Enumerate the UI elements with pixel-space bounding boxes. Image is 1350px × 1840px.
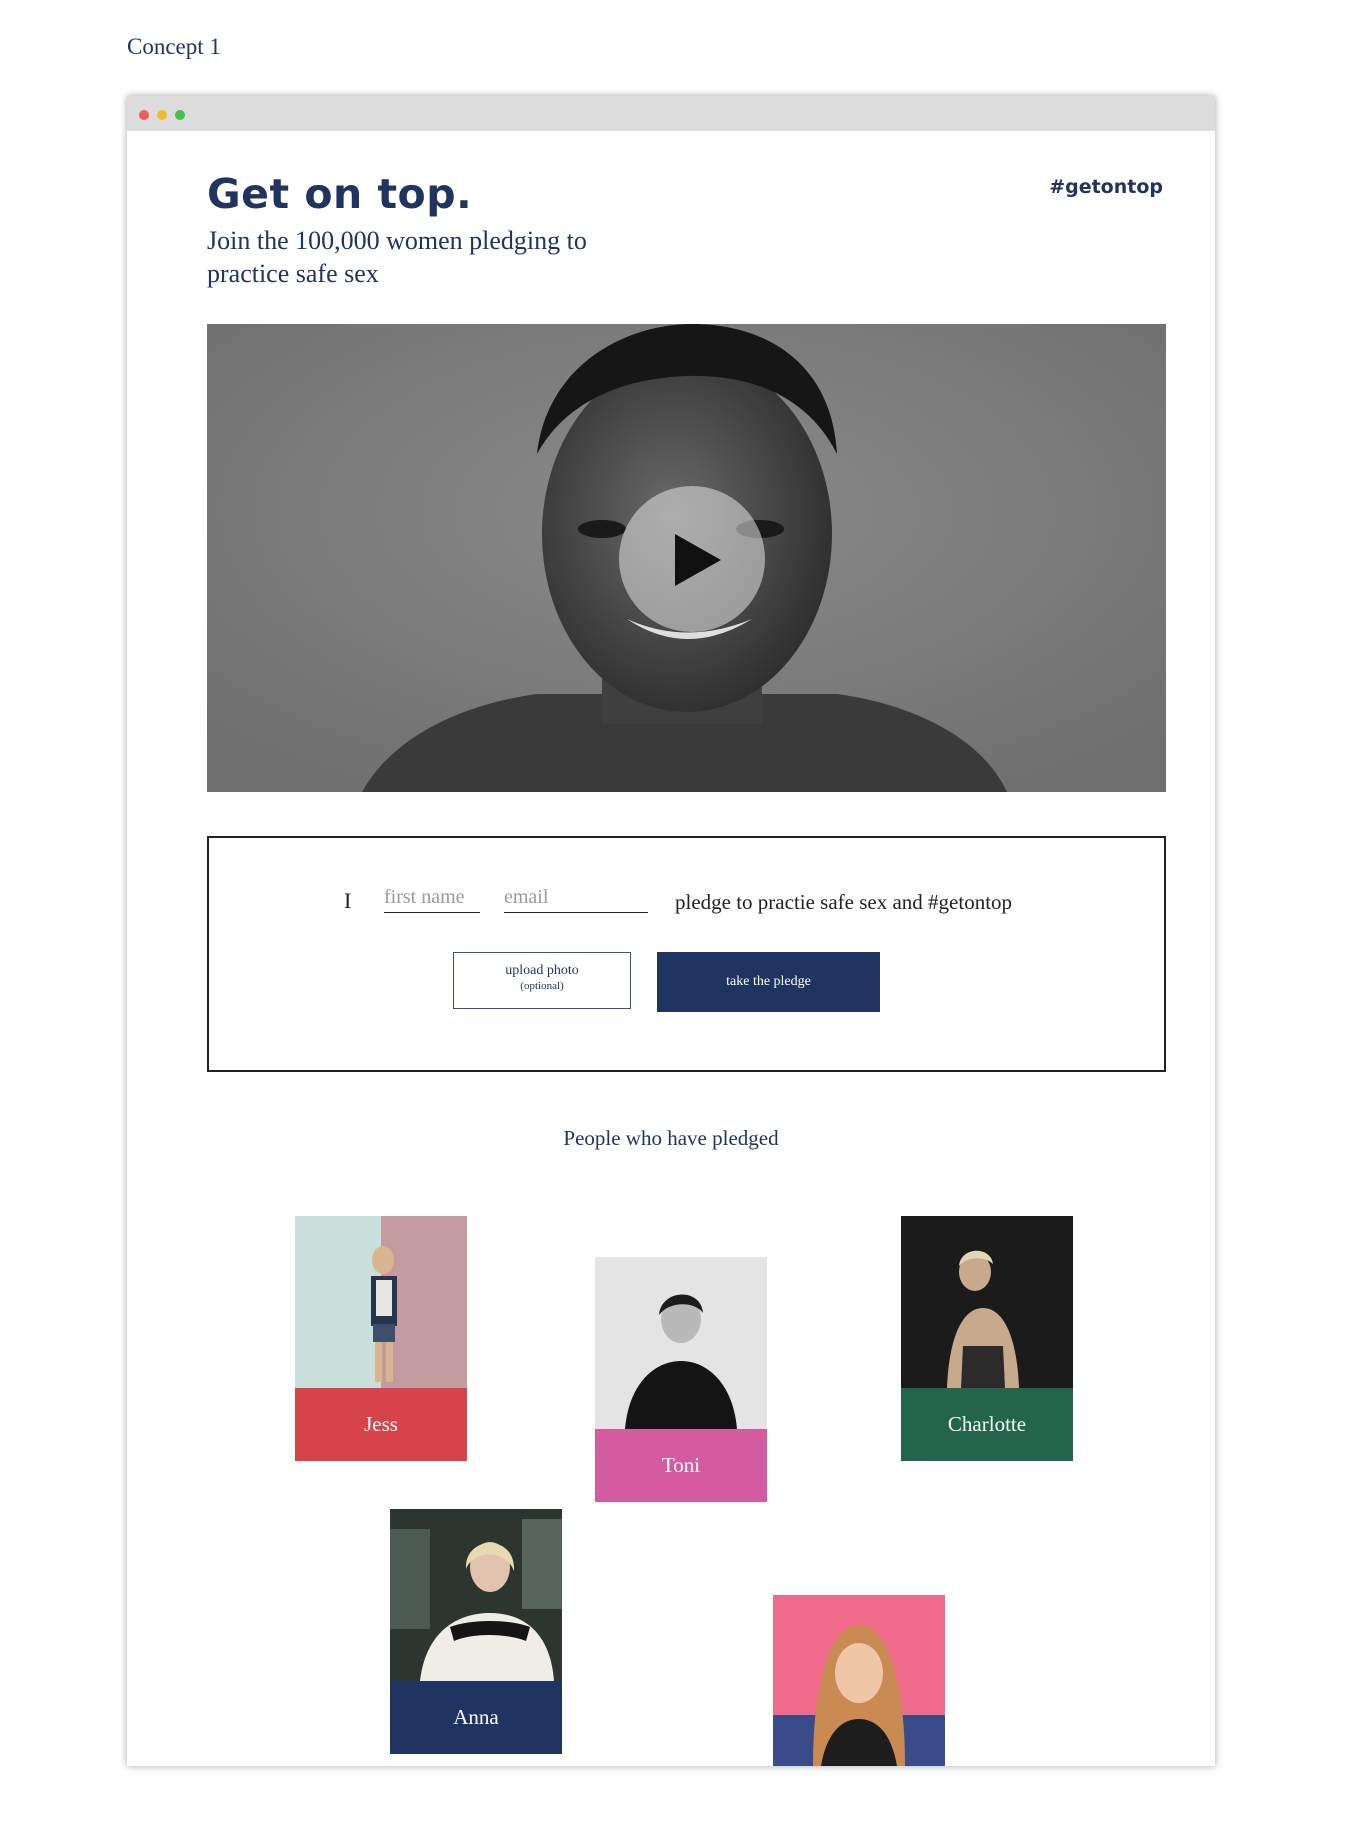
pledger-photo: [390, 1509, 562, 1681]
pledger-name: Charlotte: [901, 1388, 1073, 1461]
pledger-name: Anna: [390, 1681, 562, 1754]
close-window-dot[interactable]: [139, 110, 149, 120]
first-name-input[interactable]: [384, 882, 480, 913]
upload-photo-button[interactable]: upload photo (optional): [453, 952, 631, 1009]
pledge-statement: pledge to practie safe sex and #getontop: [675, 890, 1013, 914]
take-pledge-button[interactable]: take the pledge: [657, 952, 880, 1012]
pledger-name: Jess: [295, 1388, 467, 1461]
pledger-photo: [595, 1257, 767, 1429]
pledge-form: I pledge to practie safe sex and #getont…: [207, 836, 1166, 1072]
browser-titlebar: [127, 96, 1215, 131]
people-heading: People who have pledged: [563, 1126, 779, 1150]
concept-label: Concept 1: [127, 34, 221, 59]
pledger-photo: [295, 1216, 467, 1388]
hero-video[interactable]: [207, 324, 1166, 792]
pledger-card-toni[interactable]: Toni: [595, 1257, 767, 1502]
page-title: Get on top.: [207, 170, 473, 218]
pledge-prefix: I: [344, 888, 352, 913]
maximize-window-dot[interactable]: [175, 110, 185, 120]
minimize-window-dot[interactable]: [157, 110, 167, 120]
pledger-card-charlotte[interactable]: Charlotte: [901, 1216, 1073, 1461]
browser-window: Get on top. #getontop Join the 100,000 w…: [127, 96, 1215, 1766]
subheading: Join the 100,000 women pledging to pract…: [207, 226, 587, 288]
hashtag-link[interactable]: #getontop: [1049, 176, 1163, 198]
play-button[interactable]: [619, 486, 765, 632]
pledger-card[interactable]: [773, 1595, 945, 1766]
email-input[interactable]: [504, 882, 648, 913]
upload-photo-note: (optional): [520, 980, 564, 992]
play-icon: [675, 534, 721, 586]
pledger-name: Toni: [595, 1429, 767, 1502]
pledger-photo: [773, 1595, 945, 1766]
pledger-card-anna[interactable]: Anna: [390, 1509, 562, 1754]
pledger-card-jess[interactable]: Jess: [295, 1216, 467, 1461]
upload-photo-label: upload photo: [505, 963, 579, 978]
pledger-photo: [901, 1216, 1073, 1388]
